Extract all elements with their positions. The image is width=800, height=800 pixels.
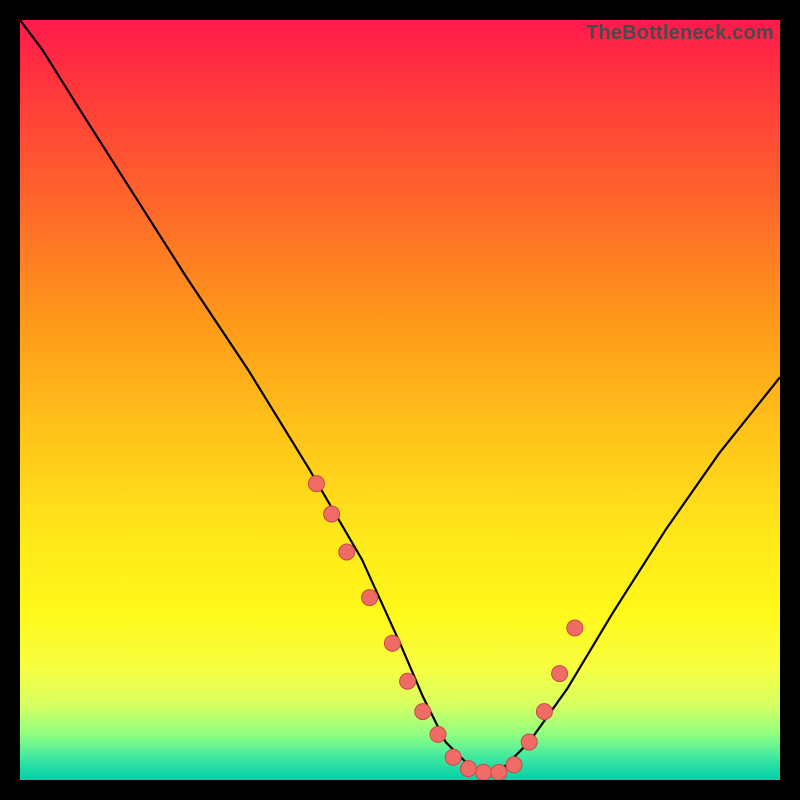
data-point xyxy=(536,704,552,720)
data-point xyxy=(384,635,400,651)
data-point xyxy=(567,620,583,636)
chart-frame: TheBottleneck.com xyxy=(20,20,780,780)
highlighted-points-group xyxy=(308,476,582,780)
watermark-text: TheBottleneck.com xyxy=(586,22,774,45)
bottleneck-curve xyxy=(20,20,780,772)
data-point xyxy=(324,506,340,522)
data-point xyxy=(415,704,431,720)
data-point xyxy=(491,764,507,780)
chart-overlay xyxy=(20,20,780,780)
data-point xyxy=(552,666,568,682)
data-point xyxy=(476,764,492,780)
data-point xyxy=(506,757,522,773)
data-point xyxy=(460,761,476,777)
data-point xyxy=(445,749,461,765)
data-point xyxy=(430,726,446,742)
data-point xyxy=(400,673,416,689)
data-point xyxy=(362,590,378,606)
data-point xyxy=(339,544,355,560)
data-point xyxy=(521,734,537,750)
data-point xyxy=(308,476,324,492)
